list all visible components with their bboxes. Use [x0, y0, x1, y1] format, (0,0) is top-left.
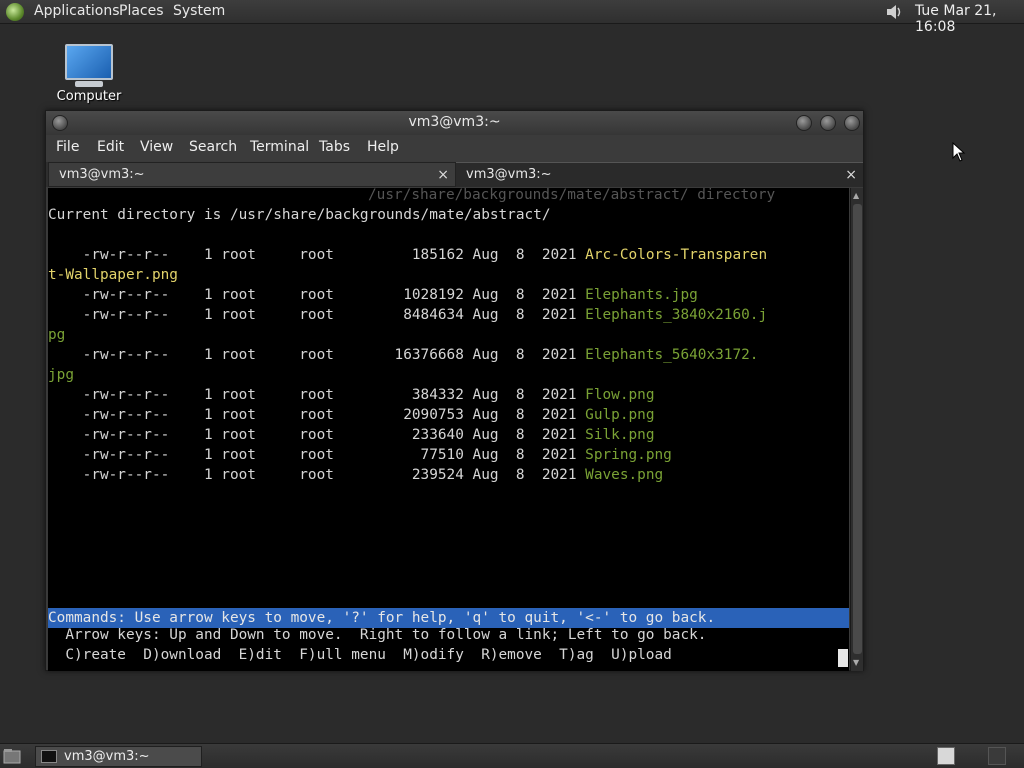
file-row[interactable]: -rw-r--r-- 1 root root 1028192 Aug 8 202…	[48, 285, 698, 305]
file-name[interactable]: Elephants_3840x2160.j	[585, 307, 767, 323]
scroll-down-icon[interactable]: ▼	[853, 658, 859, 667]
taskbar-terminal-item[interactable]: vm3@vm3:~	[35, 746, 202, 767]
file-meta: -rw-r--r-- 1 root root 239524 Aug 8 2021	[48, 467, 586, 483]
file-meta: -rw-r--r-- 1 root root 185162 Aug 8 2021	[48, 247, 586, 263]
scroll-thumb[interactable]	[853, 204, 862, 654]
bottom-panel: vm3@vm3:~	[0, 743, 1024, 768]
minimize-button[interactable]	[796, 115, 812, 131]
file-meta: -rw-r--r-- 1 root root 1028192 Aug 8 202…	[48, 287, 586, 303]
file-meta: -rw-r--r-- 1 root root 384332 Aug 8 2021	[48, 387, 586, 403]
file-name-wrap[interactable]: pg	[48, 325, 65, 345]
menubar: File Edit View Search Terminal Tabs Help	[46, 135, 863, 161]
file-row[interactable]: -rw-r--r-- 1 root root 384332 Aug 8 2021…	[48, 385, 655, 405]
file-row[interactable]: -rw-r--r-- 1 root root 16376668 Aug 8 20…	[48, 345, 759, 365]
menu-file[interactable]: File	[56, 139, 79, 155]
previous-line: /usr/share/backgrounds/mate/abstract/ di…	[368, 188, 776, 203]
file-name[interactable]: Arc-Colors-Transparen	[585, 247, 767, 263]
window-titlebar[interactable]: vm3@vm3:~	[46, 111, 863, 135]
file-meta: -rw-r--r-- 1 root root 233640 Aug 8 2021	[48, 427, 586, 443]
file-name[interactable]: Flow.png	[585, 387, 654, 403]
file-name[interactable]: Waves.png	[585, 467, 663, 483]
menu-edit[interactable]: Edit	[97, 139, 124, 155]
file-meta: -rw-r--r-- 1 root root 16376668 Aug 8 20…	[48, 347, 586, 363]
file-name-wrap[interactable]: jpg	[48, 365, 74, 385]
file-row[interactable]: -rw-r--r-- 1 root root 77510 Aug 8 2021 …	[48, 445, 672, 465]
file-name[interactable]: Elephants_5640x3172.	[585, 347, 758, 363]
tab-1[interactable]: vm3@vm3:~ ×	[48, 162, 456, 187]
tab-2-label: vm3@vm3:~	[466, 167, 552, 182]
scroll-up-icon[interactable]: ▲	[853, 191, 859, 200]
computer-label: Computer	[56, 89, 122, 104]
workspace-2[interactable]	[988, 747, 1006, 765]
mate-logo-icon[interactable]	[6, 3, 24, 21]
monitor-stand	[75, 81, 103, 87]
tab-1-close-icon[interactable]: ×	[437, 167, 449, 183]
tab-bar: vm3@vm3:~ × vm3@vm3:~ ×	[46, 162, 863, 187]
maximize-button[interactable]	[820, 115, 836, 131]
file-name[interactable]: Spring.png	[585, 447, 672, 463]
mouse-pointer-icon	[952, 142, 966, 162]
shortcut-keys: C)reate D)ownload E)dit F)ull menu M)odi…	[48, 647, 672, 663]
file-name[interactable]: Silk.png	[585, 427, 654, 443]
taskbar-item-label: vm3@vm3:~	[64, 749, 150, 764]
file-name-wrap[interactable]: t-Wallpaper.png	[48, 265, 178, 285]
file-name[interactable]: Gulp.png	[585, 407, 654, 423]
show-desktop-icon[interactable]	[2, 747, 22, 765]
workspace-1[interactable]	[937, 747, 955, 765]
file-meta: -rw-r--r-- 1 root root 8484634 Aug 8 202…	[48, 307, 586, 323]
file-row[interactable]: -rw-r--r-- 1 root root 233640 Aug 8 2021…	[48, 425, 655, 445]
terminal-cursor	[838, 649, 848, 667]
computer-icon	[65, 44, 113, 80]
close-window-button[interactable]	[844, 115, 860, 131]
tab-1-label: vm3@vm3:~	[59, 167, 145, 182]
window-menu-button[interactable]	[52, 115, 68, 131]
file-meta: -rw-r--r-- 1 root root 77510 Aug 8 2021	[48, 447, 586, 463]
volume-icon[interactable]	[884, 2, 904, 22]
applications-menu[interactable]: Applications	[34, 3, 120, 19]
file-row[interactable]: -rw-r--r-- 1 root root 8484634 Aug 8 202…	[48, 305, 767, 325]
menu-tabs[interactable]: Tabs	[319, 139, 350, 155]
tab-2-close-icon[interactable]: ×	[845, 167, 857, 183]
menu-terminal[interactable]: Terminal	[250, 139, 309, 155]
terminal-output[interactable]: /usr/share/backgrounds/mate/abstract/ di…	[48, 188, 849, 671]
system-menu[interactable]: System	[173, 3, 225, 19]
file-row[interactable]: -rw-r--r-- 1 root root 185162 Aug 8 2021…	[48, 245, 767, 265]
top-panel: Applications Places System Tue Mar 21, 1…	[0, 0, 1024, 35]
arrow-keys-help: Arrow keys: Up and Down to move. Right t…	[48, 627, 707, 643]
current-directory: Current directory is /usr/share/backgrou…	[48, 207, 551, 223]
file-meta: -rw-r--r-- 1 root root 2090753 Aug 8 202…	[48, 407, 586, 423]
computer-desktop-icon[interactable]: Computer	[56, 44, 122, 104]
terminal-scrollbar[interactable]: ▲ ▼	[850, 188, 863, 671]
tab-2[interactable]: vm3@vm3:~ ×	[456, 162, 863, 187]
clock[interactable]: Tue Mar 21, 16:08	[915, 3, 1024, 35]
window-title: vm3@vm3:~	[408, 114, 501, 130]
menu-help[interactable]: Help	[367, 139, 399, 155]
menu-search[interactable]: Search	[189, 139, 237, 155]
terminal-icon	[41, 750, 57, 763]
places-menu[interactable]: Places	[119, 3, 164, 19]
file-row[interactable]: -rw-r--r-- 1 root root 2090753 Aug 8 202…	[48, 405, 655, 425]
menu-view[interactable]: View	[140, 139, 173, 155]
terminal-window: vm3@vm3:~ File Edit View Search Terminal…	[45, 110, 864, 671]
file-row[interactable]: -rw-r--r-- 1 root root 239524 Aug 8 2021…	[48, 465, 664, 485]
file-name[interactable]: Elephants.jpg	[585, 287, 698, 303]
